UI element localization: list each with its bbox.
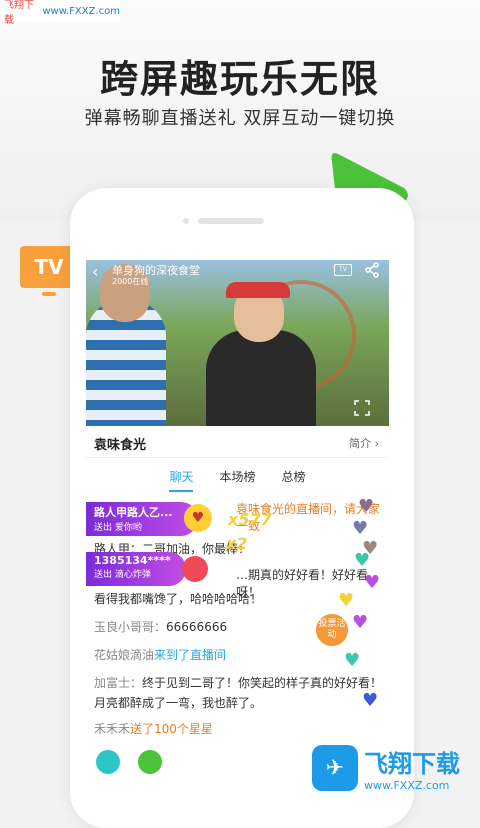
heart-icon: ♥ (358, 496, 375, 517)
person-right (206, 330, 316, 426)
share-icon[interactable] (364, 262, 380, 278)
tab-bar: 聊天 本场榜 总榜 (86, 462, 389, 492)
gift-user: 路人甲路人乙... (94, 506, 173, 519)
chat-line: 看得我都嘴馋了，哈哈哈哈哈！ (94, 592, 263, 606)
gift-combo: x577 (228, 510, 272, 529)
red-cap (226, 282, 290, 298)
chat-text: 66666666 (166, 620, 228, 634)
top-watermark: 飞翔下载 www.FXXZ.com (0, 0, 120, 26)
gift-combo: x2 (226, 534, 248, 553)
chat-user: 禾禾禾 (94, 722, 131, 736)
gift-user: 1385134**** (94, 554, 171, 567)
kiss-emoji-icon: ♥ (184, 504, 212, 532)
chat-line: 玉良小哥哥：66666666 (94, 618, 227, 635)
chevron-right-icon: › (374, 437, 379, 450)
chat-line: 花姑娘滴油来到了直播间 (94, 646, 226, 663)
intro-label: 简介 (349, 437, 372, 450)
heart-icon: ♥ (354, 550, 371, 571)
chat-line: 禾禾禾送了100个星星 (94, 720, 213, 737)
tab-total-rank[interactable]: 总榜 (282, 462, 306, 492)
gift-banner: 1385134**** 送出 滴心炸弹 (86, 552, 186, 586)
chat-line: 月亮都醉成了一弯，我也醉了。 (94, 696, 263, 710)
heart-icon: ♥ (352, 612, 369, 633)
room-info-row: 袁味食光 简介 › (86, 426, 389, 458)
gift-action: 送出 爱你哟 (94, 523, 142, 533)
viewer-count: 2000在线 (112, 277, 149, 286)
chat-user: 玉良小哥哥： (94, 620, 167, 634)
chat-text: 终于见到二哥了！你笑起的样子真的好好看！ (142, 676, 383, 690)
heart-icon: ♥ (344, 650, 361, 671)
heart-icon: ♥ (364, 572, 381, 593)
subline: 弹幕畅聊直播送礼 双屏互动一键切换 (84, 108, 396, 129)
site-logo: ✈ 飞翔下载 www.FXXZ.com (312, 742, 472, 794)
tab-chat[interactable]: 聊天 (169, 462, 194, 492)
logo-name: 飞翔下载 (364, 750, 460, 778)
gift-action: 送出 滴心炸弹 (94, 570, 151, 580)
chat-line: 加富士：终于见到二哥了！你笑起的样子真的好好看！ (94, 674, 382, 691)
watermark-url: www.FXXZ.com (42, 5, 120, 17)
edit-message-icon[interactable] (96, 750, 120, 774)
back-icon[interactable]: ‹ (92, 262, 98, 281)
chat-user: 加富士： (94, 676, 143, 690)
phone-speaker (198, 218, 264, 224)
tab-session-rank[interactable]: 本场榜 (219, 462, 255, 492)
logo-url: www.FXXZ.com (364, 779, 450, 792)
watermark-name: 飞翔下载 (4, 0, 34, 26)
vote-activity-button[interactable]: 投票活动 (314, 612, 350, 648)
heart-bomb-icon (182, 556, 208, 582)
phone-camera (183, 218, 189, 224)
headline: 跨屏趣玩乐无限 (99, 57, 380, 101)
tv-cast-icon[interactable]: TV (334, 264, 352, 276)
logo-mark-icon: ✈ (312, 745, 358, 791)
heart-icon: ♥ (352, 518, 369, 539)
fullscreen-icon[interactable] (354, 400, 370, 416)
chat-user: 花姑娘滴油 (94, 648, 155, 662)
heart-icon: ♥ (362, 690, 379, 711)
chat-text: 送了100个星星 (130, 722, 213, 736)
room-name: 袁味食光 (94, 438, 147, 453)
intro-link[interactable]: 简介 › (349, 435, 379, 451)
chat-bubble-icon[interactable] (138, 750, 162, 774)
heart-icon: ♥ (338, 590, 355, 611)
chat-text: 来到了直播间 (154, 648, 227, 662)
gift-banner: 路人甲路人乙... 送出 爱你哟 (86, 502, 198, 536)
